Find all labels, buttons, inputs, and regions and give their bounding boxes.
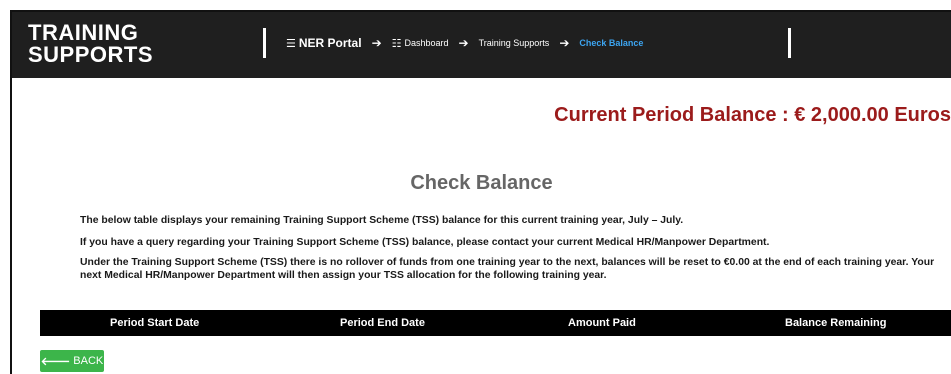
arrow-left-icon: 🡐	[40, 356, 71, 368]
arrow-right-icon: ➔	[559, 36, 570, 50]
column-period-end[interactable]: Period End Date	[340, 317, 425, 329]
app-frame: TRAINING SUPPORTS ☰ NER Portal ➔ ☷ Dashb…	[10, 10, 951, 374]
breadcrumb-dashboard[interactable]: ☷ Dashboard	[392, 37, 449, 50]
balance-table-header: Period Start Date Period End Date Amount…	[40, 310, 951, 336]
list-icon: ☷	[391, 37, 402, 50]
divider-left	[263, 28, 266, 58]
brand-line-1: TRAINING	[28, 20, 139, 45]
breadcrumb-label: NER Portal	[298, 36, 362, 50]
breadcrumb-ner-portal[interactable]: ☰ NER Portal	[286, 36, 362, 50]
breadcrumb-label: Check Balance	[579, 38, 644, 48]
breadcrumb: ☰ NER Portal ➔ ☷ Dashboard ➔ Training Su…	[286, 36, 643, 50]
current-period-balance: Current Period Balance : € 2,000.00 Euro…	[554, 104, 951, 126]
brand-logo: TRAINING SUPPORTS	[28, 22, 153, 66]
back-button-label: BACK	[73, 355, 104, 367]
breadcrumb-check-balance: Check Balance	[579, 38, 643, 48]
breadcrumb-training-supports[interactable]: Training Supports	[479, 38, 550, 48]
info-paragraph-2: If you have a query regarding your Train…	[80, 237, 770, 248]
top-bar: TRAINING SUPPORTS ☰ NER Portal ➔ ☷ Dashb…	[12, 12, 951, 78]
divider-right	[788, 28, 791, 58]
arrow-right-icon: ➔	[458, 36, 469, 50]
info-paragraph-1: The below table displays your remaining …	[80, 215, 684, 226]
column-period-start[interactable]: Period Start Date	[110, 317, 199, 329]
arrow-right-icon: ➔	[371, 36, 382, 50]
column-balance-remaining[interactable]: Balance Remaining	[785, 317, 886, 329]
page-title: Check Balance	[410, 172, 553, 194]
breadcrumb-label: Training Supports	[478, 38, 550, 48]
menu-icon: ☰	[286, 37, 296, 50]
info-paragraph-3: Under the Training Support Scheme (TSS) …	[80, 257, 935, 281]
back-button[interactable]: 🡐 BACK	[40, 350, 104, 372]
breadcrumb-label: Dashboard	[404, 38, 449, 48]
brand-line-2: SUPPORTS	[28, 42, 154, 67]
column-amount-paid[interactable]: Amount Paid	[568, 317, 636, 329]
